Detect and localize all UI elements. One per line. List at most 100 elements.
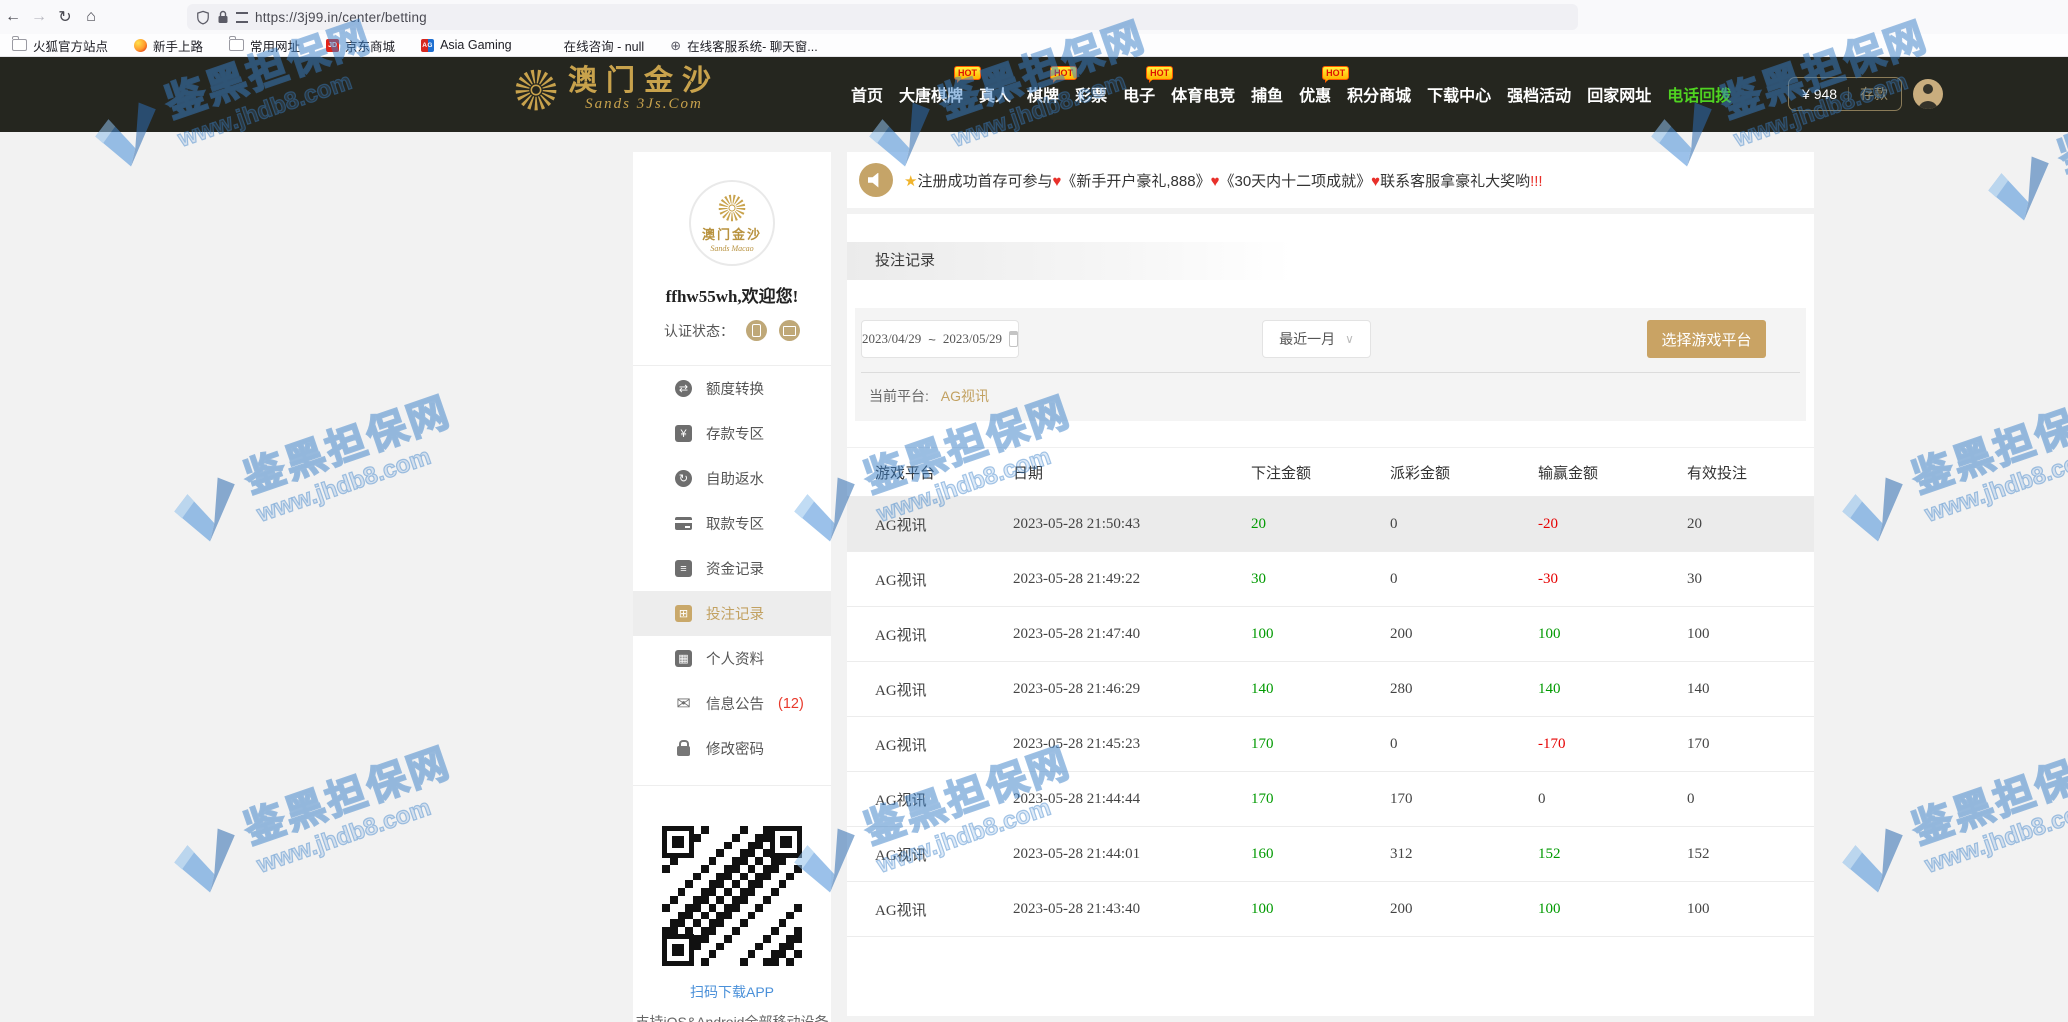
bookmark-item[interactable]: 火狐官方站点 (12, 36, 108, 55)
table-row: AG视讯2023-05-28 21:50:43200-2020 (847, 497, 1814, 552)
deposit-button[interactable]: 存款 (1860, 84, 1888, 104)
nav-item-大唐棋牌[interactable]: 大唐棋牌HOT (899, 82, 963, 106)
card-verified-icon[interactable] (779, 320, 800, 341)
watermark: 鉴黑担保网www.jhdb8.com (1829, 389, 2068, 555)
browser-window: ← → ↻ ⌂ https://3j99.in/center/betting 火… (0, 0, 2068, 1022)
back-button[interactable]: ← (0, 8, 26, 26)
reload-button[interactable]: ↻ (52, 7, 78, 27)
bookmark-label: 在线咨询 - null (564, 36, 645, 55)
main-content: ★注册成功首存可参与♥《新手开户豪礼,888》♥《30天内十二项成就》♥联系客服… (847, 152, 1814, 1016)
cell-winloss: -30 (1538, 571, 1687, 588)
watermark-check-icon (1975, 142, 2067, 234)
nav-item-棋牌[interactable]: 棋牌HOT (1027, 82, 1059, 106)
nav-item-首页[interactable]: 首页 (851, 82, 883, 106)
nav-item-强档活动[interactable]: 强档活动 (1507, 82, 1571, 106)
date-from: 2023/04/29 (862, 331, 921, 347)
watermark-check-icon (161, 814, 253, 906)
range-select[interactable]: 最近一月 ∨ (1262, 320, 1371, 358)
lock-icon[interactable] (217, 10, 229, 24)
hot-badge: HOT (954, 66, 981, 80)
sidebar-item-存款专区[interactable]: ¥存款专区 (633, 411, 831, 456)
user-avatar[interactable] (1913, 79, 1943, 109)
nav-item-电子[interactable]: 电子HOT (1123, 82, 1155, 106)
cell-valid: 0 (1687, 791, 1814, 808)
cell-payout: 170 (1390, 791, 1538, 808)
bookmark-item[interactable]: 新手上路 (134, 36, 203, 55)
sidebar-item-投注记录[interactable]: ⊞投注记录 (633, 591, 831, 636)
cell-payout: 0 (1390, 516, 1538, 533)
sidebar-item-资金记录[interactable]: ≡资金记录 (633, 546, 831, 591)
cell-date: 2023-05-28 21:43:40 (1013, 901, 1251, 918)
sidebar: 澳门金沙 Sands Macao ffhw55wh,欢迎您! 认证状态： ⇄额度… (633, 152, 831, 1022)
site-logo[interactable]: 澳门金沙 Sands 3Js.Com (513, 66, 720, 113)
nav-item-电话回拨[interactable]: 电话回拨 (1667, 82, 1731, 106)
phone-verified-icon[interactable] (746, 320, 767, 341)
nav-item-真人[interactable]: 真人 (979, 82, 1011, 106)
watermark-title: 鉴黑担保网 (239, 389, 457, 502)
browser-toolbar: ← → ↻ ⌂ https://3j99.in/center/betting (0, 0, 2068, 34)
sidebar-item-label: 额度转换 (706, 378, 764, 399)
nav-item-积分商城[interactable]: 积分商城 (1347, 82, 1411, 106)
page-title: 投注记录 (847, 242, 1814, 280)
cell-date: 2023-05-28 21:44:01 (1013, 846, 1251, 863)
forward-button[interactable]: → (26, 8, 52, 26)
watermark-url: www.jhdb8.com (1922, 783, 2068, 879)
speaker-icon (859, 163, 893, 197)
cell-winloss: 152 (1538, 846, 1687, 863)
sidebar-item-个人资料[interactable]: ▦个人资料 (633, 636, 831, 681)
announcement-segment: 《新手开户豪礼,888》 (1061, 173, 1210, 190)
announcement-segment: ♥ (1371, 173, 1380, 190)
sidebar-item-自助返水[interactable]: ↻自助返水 (633, 456, 831, 501)
logo-subtitle: Sands 3Js.Com (585, 96, 703, 113)
cell-winloss: 100 (1538, 626, 1687, 643)
announcement-segment: ★ (904, 173, 917, 190)
balance-box[interactable]: ¥ 948 存款 (1788, 77, 1902, 111)
bookmarks-bar: 火狐官方站点 新手上路 常用网址 JD京东商城 AGAsia Gaming 在线咨询 - … (0, 34, 2068, 57)
cell-platform: AG视讯 (875, 514, 1013, 535)
nav-item-下载中心[interactable]: 下载中心 (1427, 82, 1491, 106)
sidebar-item-信息公告[interactable]: ✉信息公告(12) (633, 681, 831, 726)
nav-item-体育电竞[interactable]: 体育电竞 (1171, 82, 1235, 106)
table-row: AG视讯2023-05-28 21:44:4417017000 (847, 772, 1814, 827)
watermark-check-icon (161, 463, 253, 555)
sidebar-item-额度转换[interactable]: ⇄额度转换 (633, 366, 831, 411)
sidebar-item-取款专区[interactable]: 取款专区 (633, 501, 831, 546)
globe-icon: ⊕ (670, 39, 681, 52)
nav-item-回家网址[interactable]: 回家网址 (1587, 82, 1651, 106)
nav-item-彩票[interactable]: 彩票 (1075, 82, 1107, 106)
home-button[interactable]: ⌂ (78, 8, 104, 26)
qr-caption[interactable]: 扫码下载APP (633, 982, 831, 1002)
table-row: AG视讯2023-05-28 21:47:40100200100100 (847, 607, 1814, 662)
hot-badge: HOT (1322, 66, 1349, 80)
cell-winloss: -170 (1538, 736, 1687, 753)
cell-payout: 312 (1390, 846, 1538, 863)
bookmark-item[interactable]: ⊕在线客服系统- 聊天窗... (670, 36, 817, 55)
cell-payout: 200 (1390, 626, 1538, 643)
bookmark-item[interactable]: JD京东商城 (326, 36, 395, 55)
date-to: 2023/05/29 (943, 331, 1002, 347)
cell-winloss: 100 (1538, 901, 1687, 918)
date-range-input[interactable]: 2023/04/29 ~ 2023/05/29 (861, 320, 1019, 358)
bookmark-item[interactable]: 常用网址 (229, 36, 300, 55)
select-platform-button[interactable]: 选择游戏平台 (1647, 320, 1766, 358)
address-bar[interactable]: https://3j99.in/center/betting (187, 4, 1578, 30)
nav-item-优惠[interactable]: 优惠HOT (1299, 82, 1331, 106)
cell-platform: AG视讯 (875, 679, 1013, 700)
bookmark-item[interactable]: AGAsia Gaming (421, 38, 512, 52)
current-platform-value: AG视讯 (941, 388, 989, 404)
cell-date: 2023-05-28 21:50:43 (1013, 516, 1251, 533)
sidebar-item-修改密码[interactable]: 修改密码 (633, 726, 831, 771)
cell-bet: 170 (1251, 736, 1390, 753)
bookmark-item[interactable]: 在线咨询 - null (564, 36, 645, 55)
watermark-title: 鉴黑担保网 (1907, 740, 2068, 853)
permissions-icon[interactable] (236, 12, 248, 23)
date-separator: ~ (928, 332, 936, 347)
table-row: AG视讯2023-05-28 21:45:231700-170170 (847, 717, 1814, 772)
announcement-bar: ★注册成功首存可参与♥《新手开户豪礼,888》♥《30天内十二项成就》♥联系客服… (847, 152, 1814, 208)
sidebar-item-label: 自助返水 (706, 468, 764, 489)
nav-item-捕鱼[interactable]: 捕鱼 (1251, 82, 1283, 106)
hot-badge: HOT (1146, 66, 1173, 80)
bookmark-label: Asia Gaming (440, 38, 512, 52)
announcement-text: ★注册成功首存可参与♥《新手开户豪礼,888》♥《30天内十二项成就》♥联系客服… (904, 170, 1543, 191)
shield-icon[interactable] (196, 10, 210, 25)
